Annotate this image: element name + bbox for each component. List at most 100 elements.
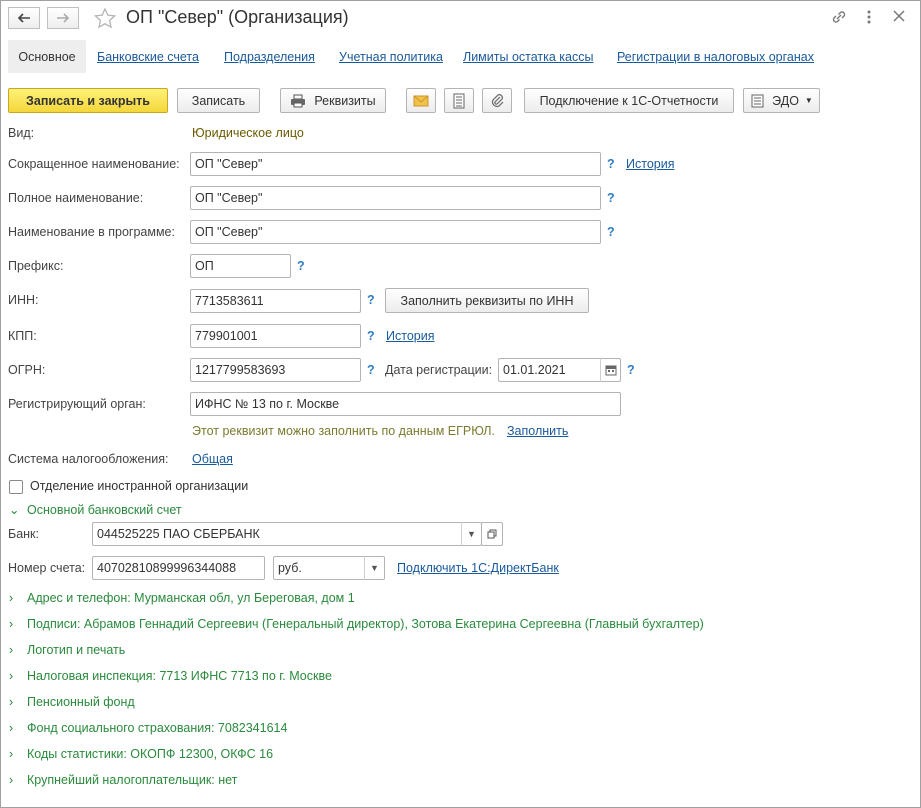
section-signatures[interactable]: › Подписи: Абрамов Геннадий Сергеевич (Ге…	[9, 617, 704, 631]
reg-date-label: Дата регистрации:	[385, 363, 493, 377]
directbank-link[interactable]: Подключить 1С:ДиректБанк	[397, 561, 559, 575]
ogrn-help[interactable]: ?	[367, 363, 375, 377]
egrul-hint: Этот реквизит можно заполнить по данным …	[192, 424, 495, 438]
section-tax-inspection-label: Налоговая инспекция: 7713 ИФНС 7713 по г…	[27, 669, 332, 683]
window-title: ОП "Север" (Организация)	[126, 7, 349, 27]
foreign-branch-checkbox[interactable]	[9, 480, 23, 494]
tab-bank-accounts[interactable]: Банковские счета	[97, 50, 199, 64]
close-icon[interactable]	[892, 9, 906, 26]
egrul-fill-link[interactable]: Заполнить	[507, 424, 568, 438]
kpp-history-link[interactable]: История	[386, 329, 434, 343]
program-name-label: Наименование в программе:	[8, 225, 175, 239]
more-vertical-icon[interactable]	[864, 8, 874, 29]
full-name-help[interactable]: ?	[607, 191, 615, 205]
save-and-close-button[interactable]: Записать и закрыть	[8, 88, 168, 113]
forward-button[interactable]	[47, 7, 79, 29]
chevron-right-icon: ›	[9, 591, 14, 605]
kpp-help[interactable]: ?	[367, 329, 375, 343]
kpp-input[interactable]	[190, 324, 361, 348]
reg-authority-label: Регистрирующий орган:	[8, 397, 146, 411]
foreign-branch-label: Отделение иностранной организации	[30, 479, 249, 493]
document-list-icon	[453, 93, 465, 108]
kind-label: Вид:	[8, 126, 35, 140]
document-button[interactable]	[444, 88, 474, 113]
email-button[interactable]	[406, 88, 436, 113]
kpp-label: КПП:	[8, 329, 37, 343]
edo-label: ЭДО	[772, 93, 799, 108]
inn-input[interactable]	[190, 289, 361, 313]
inn-label: ИНН:	[8, 293, 39, 307]
account-input[interactable]	[92, 556, 265, 580]
ogrn-label: ОГРН:	[8, 363, 46, 377]
paperclip-icon	[491, 93, 504, 107]
tab-cash-limits[interactable]: Лимиты остатка кассы	[463, 50, 593, 64]
prefix-help[interactable]: ?	[297, 259, 305, 273]
program-name-input[interactable]	[190, 220, 601, 244]
full-name-input[interactable]	[190, 186, 601, 210]
currency-dropdown-icon[interactable]: ▼	[364, 556, 384, 580]
tab-main[interactable]: Основное	[8, 40, 86, 73]
chevron-right-icon: ›	[9, 747, 14, 761]
section-stat-codes-label: Коды статистики: ОКОПФ 12300, ОКФС 16	[27, 747, 274, 761]
chevron-right-icon: ›	[9, 773, 14, 787]
section-pension-fund[interactable]: › Пенсионный фонд	[9, 695, 135, 709]
inn-help[interactable]: ?	[367, 293, 375, 307]
short-name-input[interactable]	[190, 152, 601, 176]
envelope-icon	[413, 95, 429, 106]
connect-reporting-button[interactable]: Подключение к 1С-Отчетности	[524, 88, 734, 113]
arrow-left-icon	[17, 13, 30, 23]
requisites-label: Реквизиты	[314, 93, 376, 108]
tab-accounting-policy[interactable]: Учетная политика	[339, 50, 443, 64]
reg-authority-input[interactable]	[190, 392, 621, 416]
back-button[interactable]	[8, 7, 40, 29]
chevron-right-icon: ›	[9, 669, 14, 683]
tab-departments[interactable]: Подразделения	[224, 50, 315, 64]
section-signatures-label: Подписи: Абрамов Геннадий Сергеевич (Ген…	[27, 617, 704, 631]
chevron-right-icon: ›	[9, 617, 14, 631]
section-largest-taxpayer[interactable]: › Крупнейший налогоплательщик: нет	[9, 773, 237, 787]
bank-section-title: Основной банковский счет	[27, 503, 182, 517]
attachment-button[interactable]	[482, 88, 512, 113]
favorite-star-icon[interactable]	[93, 7, 117, 32]
chevron-right-icon: ›	[9, 695, 14, 709]
section-logo[interactable]: › Логотип и печать	[9, 643, 125, 657]
full-name-label: Полное наименование:	[8, 191, 144, 205]
section-tax-inspection[interactable]: › Налоговая инспекция: 7713 ИФНС 7713 по …	[9, 669, 332, 683]
ogrn-input[interactable]	[190, 358, 361, 382]
edo-icon	[751, 94, 764, 107]
prefix-input[interactable]	[190, 254, 291, 278]
save-button[interactable]: Записать	[177, 88, 260, 113]
section-largest-taxpayer-label: Крупнейший налогоплательщик: нет	[27, 773, 238, 787]
printer-icon	[291, 94, 306, 107]
bank-input[interactable]	[92, 522, 482, 546]
bank-section-header[interactable]: ⌄ Основной банковский счет	[9, 502, 182, 517]
section-address[interactable]: › Адрес и телефон: Мурманская обл, ул Бер…	[9, 591, 355, 605]
program-name-help[interactable]: ?	[607, 225, 615, 239]
chevron-right-icon: ›	[9, 721, 14, 735]
link-icon[interactable]	[830, 8, 848, 29]
kind-value: Юридическое лицо	[192, 126, 304, 140]
chevron-down-icon: ⌄	[9, 503, 20, 517]
chevron-down-icon: ▼	[804, 96, 813, 105]
tax-system-label: Система налогообложения:	[8, 452, 169, 466]
chevron-right-icon: ›	[9, 643, 14, 657]
bank-label: Банк:	[8, 527, 39, 541]
short-name-history-link[interactable]: История	[626, 157, 674, 171]
fill-by-inn-button[interactable]: Заполнить реквизиты по ИНН	[385, 288, 589, 313]
short-name-help[interactable]: ?	[607, 157, 615, 171]
section-social-insurance[interactable]: › Фонд социального страхования: 708234161…	[9, 721, 287, 735]
requisites-button[interactable]: Реквизиты	[280, 88, 386, 113]
tab-tax-registrations[interactable]: Регистрации в налоговых органах	[617, 50, 814, 64]
edo-button[interactable]: ЭДО ▼	[743, 88, 820, 113]
section-stat-codes[interactable]: › Коды статистики: ОКОПФ 12300, ОКФС 16	[9, 747, 273, 761]
bank-dropdown-icon[interactable]: ▼	[461, 522, 481, 546]
arrow-right-icon	[57, 13, 70, 23]
reg-date-help[interactable]: ?	[627, 363, 635, 377]
calendar-icon[interactable]	[600, 358, 620, 382]
prefix-label: Префикс:	[8, 259, 64, 273]
account-label: Номер счета:	[8, 561, 86, 575]
section-pension-fund-label: Пенсионный фонд	[27, 695, 135, 709]
tax-system-link[interactable]: Общая	[192, 452, 233, 466]
open-bank-icon[interactable]	[481, 522, 503, 546]
short-name-label: Сокращенное наименование:	[8, 157, 180, 171]
